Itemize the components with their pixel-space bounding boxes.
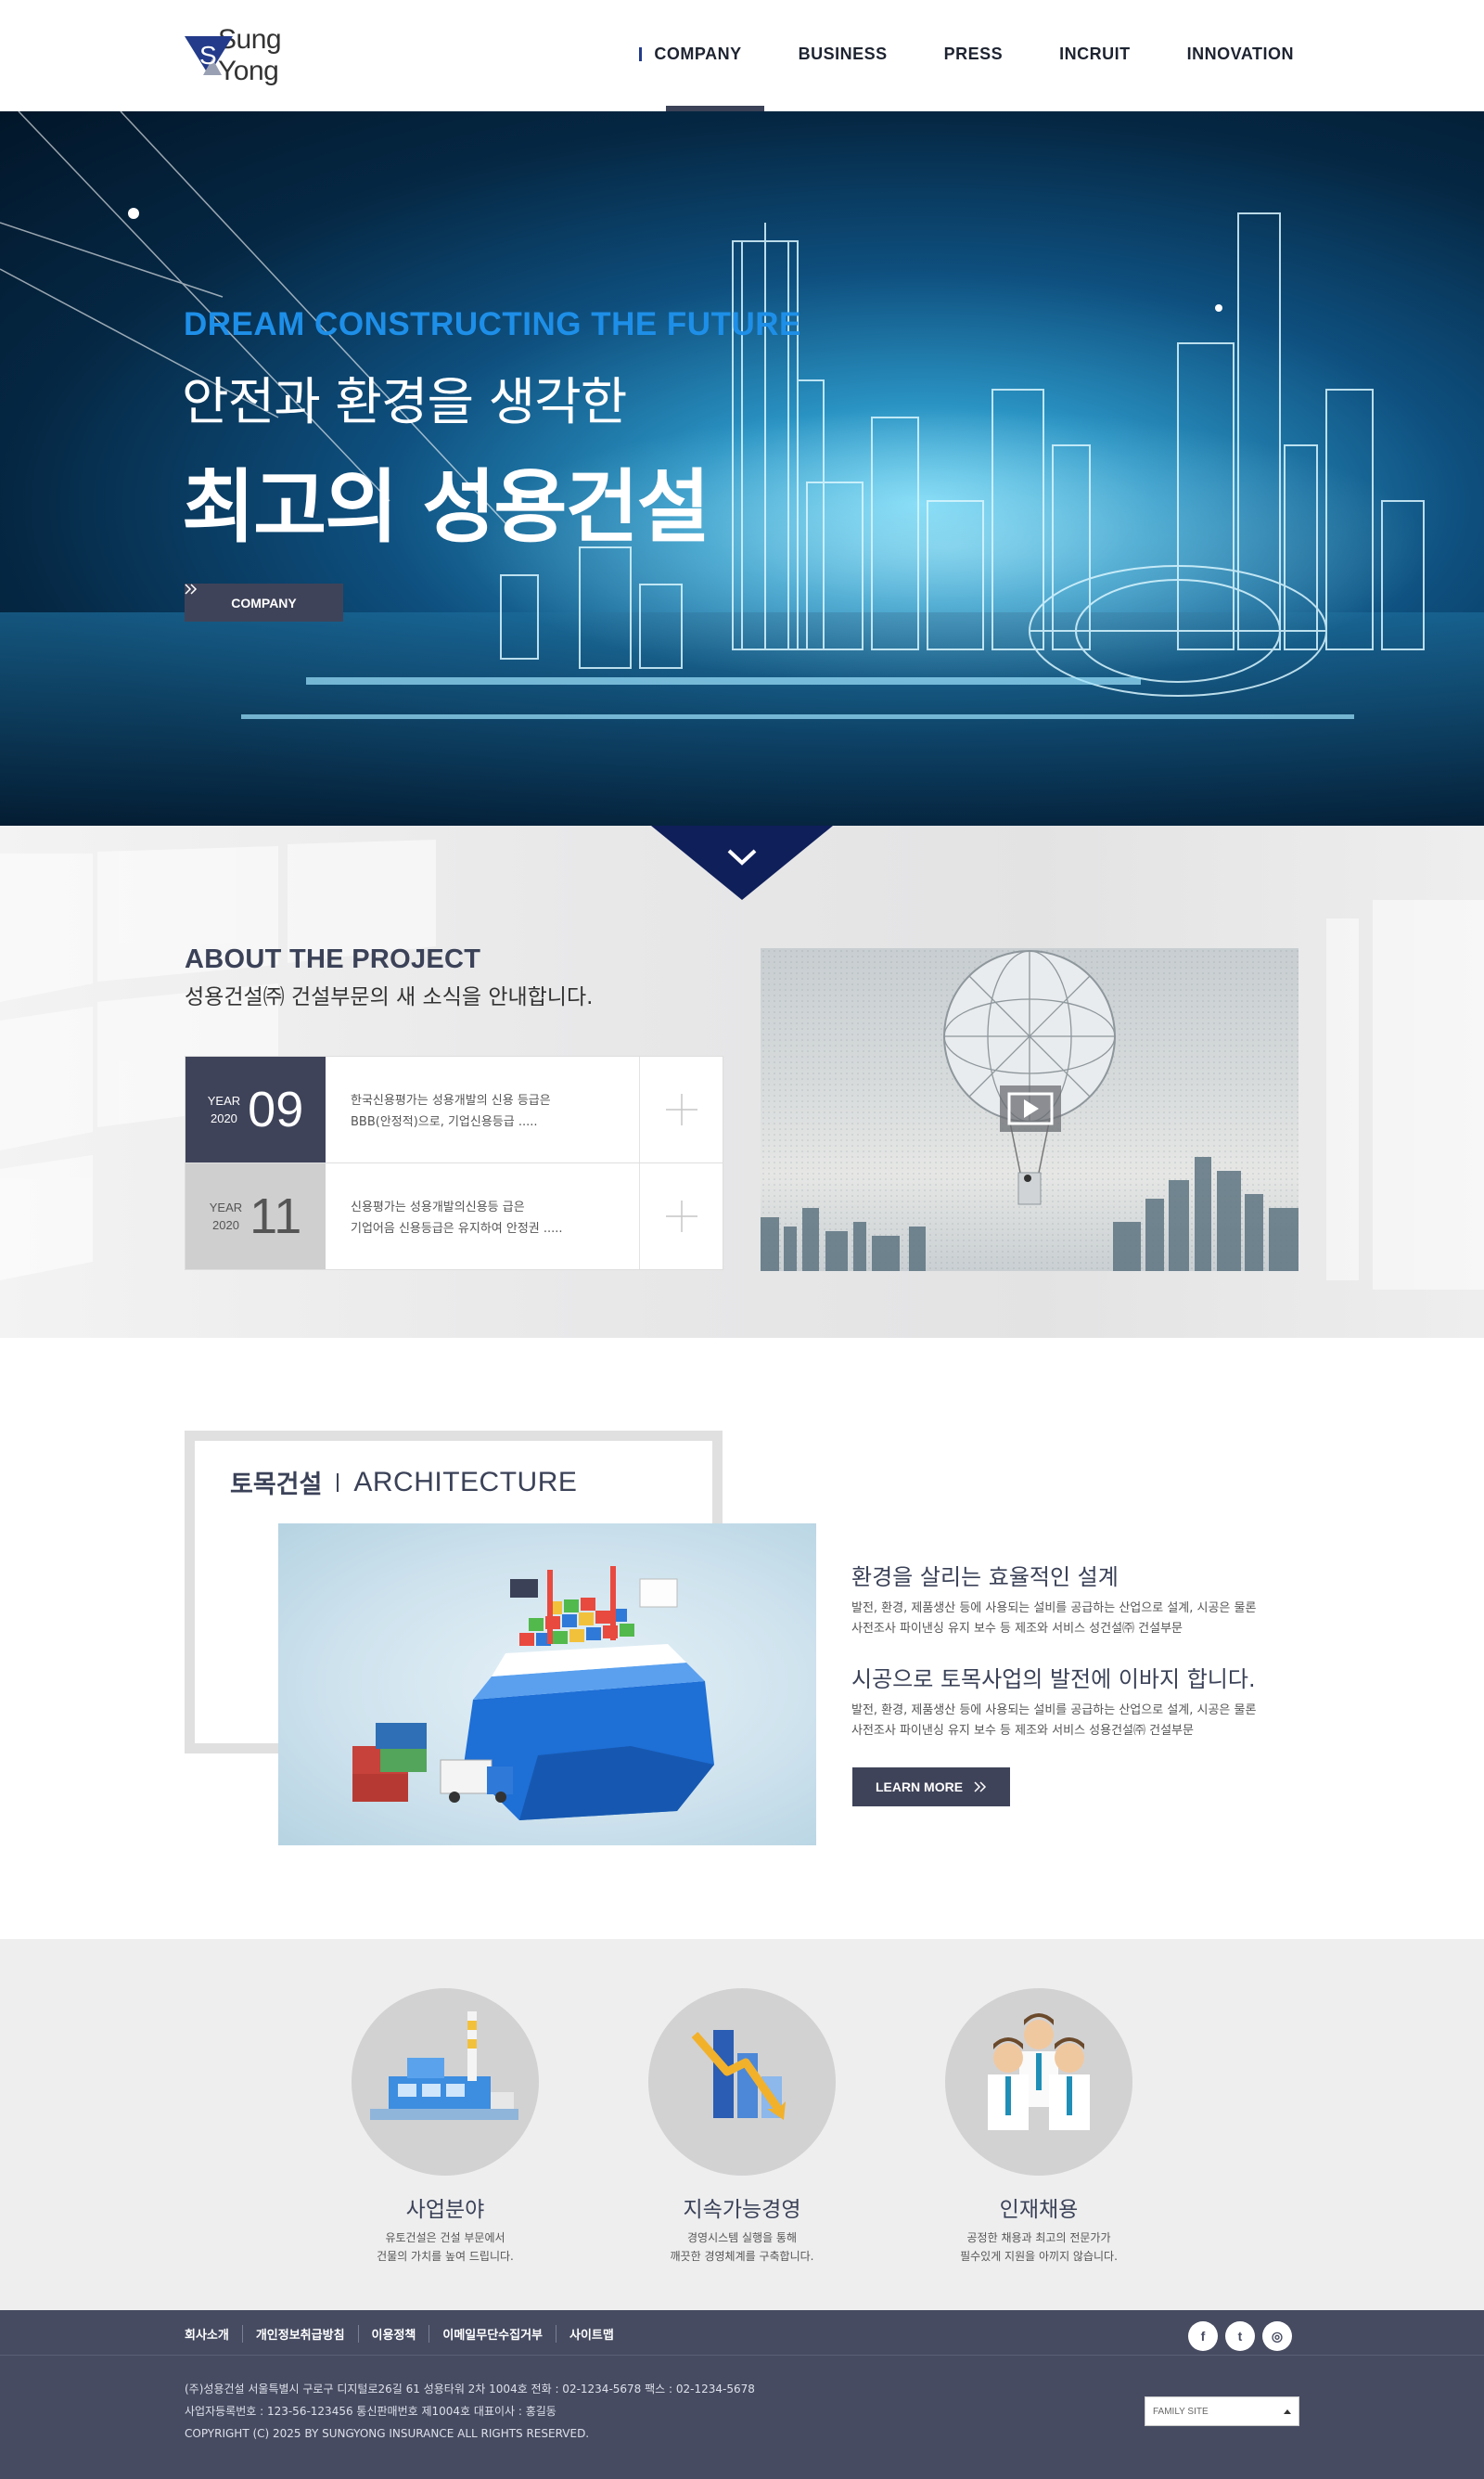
service-business-area[interactable]: 사업분야 유토건설은 건설 부문에서 건물의 가치를 높여 드립니다. (306, 1988, 584, 2266)
site-header: S Sung Yong COMPANY BUSINESS PRESS INCRU… (0, 0, 1484, 111)
logo-mark-icon: S (185, 34, 238, 77)
news-summary-line: BBB(안정적)으로, 기업신용등급 ..... (351, 1115, 538, 1129)
title-divider (337, 1472, 339, 1492)
service-description: 경영시스템 실행을 통해 깨끗한 경영체계를 구축합니다. (603, 2229, 881, 2266)
architecture-paragraph-1: 발전, 환경, 제품생산 등에 사용되는 설비를 공급하는 산업으로 설계, 시… (851, 1599, 1256, 1639)
architecture-paragraph-2: 발전, 환경, 제품생산 등에 사용되는 설비를 공급하는 산업으로 설계, 시… (851, 1701, 1256, 1741)
nav-press[interactable]: PRESS (944, 45, 1004, 64)
news-day: 09 (248, 1082, 304, 1137)
factory-icon (352, 1988, 539, 2176)
about-section: ABOUT THE PROJECT 성용건설㈜ 건설부문의 새 소식을 안내합니… (0, 826, 1484, 1338)
footer-link-company[interactable]: 회사소개 (185, 2325, 242, 2343)
double-chevron-right-icon (974, 1781, 987, 1792)
footer-company-info: (주)성용건설 서울특별시 구로구 디지털로26길 61 성용타워 2차 100… (185, 2378, 755, 2445)
hero-company-button[interactable]: COMPANY (185, 584, 343, 622)
nav-company[interactable]: COMPANY (639, 45, 741, 64)
service-title: 지속가능경영 (683, 2198, 801, 2222)
twitter-icon[interactable]: t (1225, 2321, 1255, 2351)
news-summary-line: 신용평가는 성용개발의신용등 급은 (351, 1201, 525, 1214)
service-description: 유토건설은 건설 부문에서 건물의 가치를 높여 드립니다. (306, 2229, 584, 2266)
service-title: 인재채용 (999, 2198, 1079, 2222)
nav-active-indicator (666, 106, 764, 111)
news-day: 11 (249, 1188, 302, 1244)
news-summary: 신용평가는 성용개발의신용등 급은 기업어음 신용등급은 유지하여 안정권 ..… (326, 1163, 639, 1269)
nav-innovation[interactable]: INNOVATION (1187, 45, 1294, 64)
nav-incruit[interactable]: INCRUIT (1059, 45, 1131, 64)
service-recruitment[interactable]: 인재채용 공정한 채용과 최고의 전문가가 필수있게 지원을 아끼지 않습니다. (900, 1988, 1178, 2266)
architecture-title-ko: 토목건설 (230, 1471, 323, 1499)
footer-address: (주)성용건설 서울특별시 구로구 디지털로26길 61 성용타워 2차 100… (185, 2383, 755, 2396)
service-description-line: 경영시스템 실행을 통해 (686, 2231, 798, 2244)
footer-copyright: COPYRIGHT (C) 2025 BY SUNGYONG INSURANCE… (185, 2427, 590, 2440)
hero-subtitle: DREAM CONSTRUCTING THE FUTURE (184, 306, 801, 342)
service-description-line: 깨끗한 경영체계를 구축합니다. (670, 2250, 814, 2263)
hero-headline-line1: 안전과 환경을 생각한 (182, 372, 627, 431)
news-date: YEAR 2020 11 (186, 1163, 326, 1269)
people-icon (945, 1988, 1132, 2176)
expand-button[interactable] (639, 1057, 723, 1162)
family-site-label: FAMILY SITE (1153, 2406, 1209, 2417)
news-year-label: YEAR (209, 1201, 243, 1214)
news-summary-line: 기업어음 신용등급은 유지하여 안정권 ..... (351, 1222, 563, 1236)
architecture-heading-2: 시공으로 토목사업의 발전에 이바지 합니다. (851, 1666, 1256, 1692)
paragraph-line: 사전조사 파이낸싱 유지 보수 등 제조와 서비스 성용건설㈜ 건설부문 (851, 1724, 1194, 1738)
instagram-icon[interactable]: ◎ (1262, 2321, 1292, 2351)
services-section: 사업분야 유토건설은 건설 부문에서 건물의 가치를 높여 드립니다. 지속가능… (0, 1939, 1484, 2310)
news-list: YEAR 2020 09 한국신용평가는 성용개발의 신용 등급은 BBB(안정… (185, 1056, 723, 1270)
paragraph-line: 사전조사 파이낸싱 유지 보수 등 제조와 서비스 성건설㈜ 건설부문 (851, 1622, 1183, 1636)
balloon-city-illustration (761, 948, 1298, 1271)
hero-button-label: COMPANY (231, 595, 297, 610)
footer-link-email-policy[interactable]: 이메일무단수집거부 (429, 2324, 556, 2343)
news-summary-line: 한국신용평가는 성용개발의 신용 등급은 (351, 1094, 551, 1108)
chart-icon (648, 1988, 836, 2176)
news-date: YEAR 2020 09 (186, 1057, 326, 1162)
news-summary: 한국신용평가는 성용개발의 신용 등급은 BBB(안정적)으로, 기업신용등급 … (326, 1057, 639, 1162)
paragraph-line: 발전, 환경, 제품생산 등에 사용되는 설비를 공급하는 산업으로 설계, 시… (851, 1703, 1257, 1717)
cargo-ship-image (278, 1523, 816, 1845)
news-year: 2020 (210, 1111, 237, 1125)
video-player[interactable] (761, 948, 1298, 1271)
architecture-heading-1: 환경을 살리는 효율적인 설계 (851, 1564, 1119, 1590)
nav-business[interactable]: BUSINESS (799, 45, 888, 64)
hero-banner: DREAM CONSTRUCTING THE FUTURE 안전과 환경을 생각… (0, 111, 1484, 826)
footer-link-privacy[interactable]: 개인정보취급방침 (241, 2324, 358, 2343)
about-title: ABOUT THE PROJECT (185, 944, 481, 974)
expand-button[interactable] (639, 1163, 723, 1269)
footer-divider (0, 2355, 1484, 2356)
social-links: f t ◎ (1188, 2321, 1292, 2351)
news-year: 2020 (212, 1218, 239, 1232)
learn-more-label: LEARN MORE (875, 1779, 964, 1794)
service-description-line: 건물의 가치를 높여 드립니다. (377, 2250, 514, 2263)
news-year-label: YEAR (207, 1094, 241, 1108)
footer-link-terms[interactable]: 이용정책 (357, 2324, 429, 2343)
site-footer: 회사소개 개인정보취급방침 이용정책 이메일무단수집거부 사이트맵 f t ◎ … (0, 2310, 1484, 2479)
service-description-line: 유토건설은 건설 부문에서 (385, 2231, 505, 2244)
footer-links: 회사소개 개인정보취급방침 이용정책 이메일무단수집거부 사이트맵 (185, 2322, 627, 2344)
plus-icon (665, 1094, 697, 1125)
caret-up-icon (1284, 2408, 1291, 2414)
architecture-title: 토목건설 ARCHITECTURE (230, 1464, 577, 1500)
news-item[interactable]: YEAR 2020 11 신용평가는 성용개발의신용등 급은 기업어음 신용등급… (186, 1163, 723, 1269)
about-description: 성용건설㈜ 건설부문의 새 소식을 안내합니다. (185, 985, 594, 1009)
service-description-line: 공정한 채용과 최고의 전문가가 (966, 2231, 1111, 2244)
family-site-select[interactable]: FAMILY SITE (1145, 2396, 1299, 2426)
service-sustainability[interactable]: 지속가능경영 경영시스템 실행을 통해 깨끗한 경영체계를 구축합니다. (603, 1988, 881, 2266)
service-description-line: 필수있게 지원을 아끼지 않습니다. (960, 2250, 1118, 2263)
news-item[interactable]: YEAR 2020 09 한국신용평가는 성용개발의 신용 등급은 BBB(안정… (186, 1057, 723, 1163)
footer-link-sitemap[interactable]: 사이트맵 (556, 2324, 627, 2343)
facebook-icon[interactable]: f (1188, 2321, 1218, 2351)
service-description: 공정한 채용과 최고의 전문가가 필수있게 지원을 아끼지 않습니다. (900, 2229, 1178, 2266)
architecture-title-en: ARCHITECTURE (353, 1466, 578, 1497)
svg-text:S: S (199, 41, 217, 70)
logo[interactable]: S Sung Yong (185, 24, 333, 86)
learn-more-button[interactable]: LEARN MORE (852, 1767, 1010, 1806)
footer-registration: 사업자등록번호 : 123-56-123456 통신판매번호 제1004호 대표… (185, 2405, 556, 2418)
service-title: 사업분야 (405, 2198, 485, 2222)
double-chevron-right-icon (185, 584, 198, 595)
hero-headline-line2: 최고의 성용건설 (182, 461, 710, 554)
main-nav: COMPANY BUSINESS PRESS INCRUIT INNOVATIO… (639, 45, 1294, 64)
paragraph-line: 발전, 환경, 제품생산 등에 사용되는 설비를 공급하는 산업으로 설계, 시… (851, 1601, 1257, 1615)
scroll-down-icon[interactable] (651, 826, 833, 900)
plus-icon (665, 1201, 697, 1232)
